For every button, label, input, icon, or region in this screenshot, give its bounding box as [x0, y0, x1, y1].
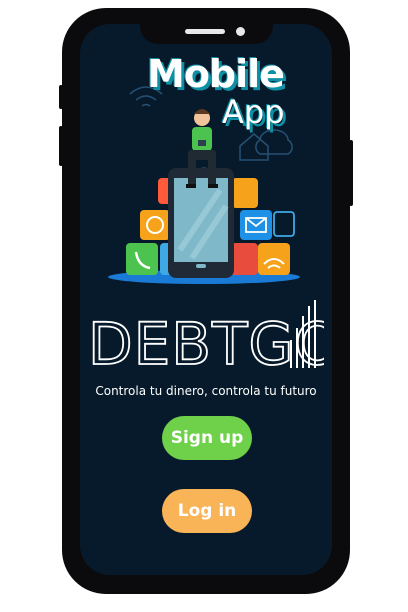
power-button [349, 140, 353, 206]
home-outline-icon [239, 133, 269, 161]
phone-notch [140, 8, 273, 44]
volume-down-button [59, 126, 63, 166]
logo-wordmark: DEBTGO [88, 310, 324, 376]
hero-title-app: App [222, 93, 285, 131]
debtgo-logo: DEBTGO [87, 298, 341, 379]
signup-button[interactable]: Sign up [162, 416, 252, 460]
camera-icon [236, 27, 245, 36]
cloud-outline-icon [255, 129, 293, 155]
volume-up-button [59, 85, 63, 109]
tagline: Controla tu dinero, controla tu futuro [95, 384, 317, 398]
speaker-icon [185, 29, 225, 34]
hero-title-mobile: Mobile [147, 52, 285, 96]
hero-phone [168, 168, 234, 278]
login-button[interactable]: Log in [162, 489, 252, 533]
